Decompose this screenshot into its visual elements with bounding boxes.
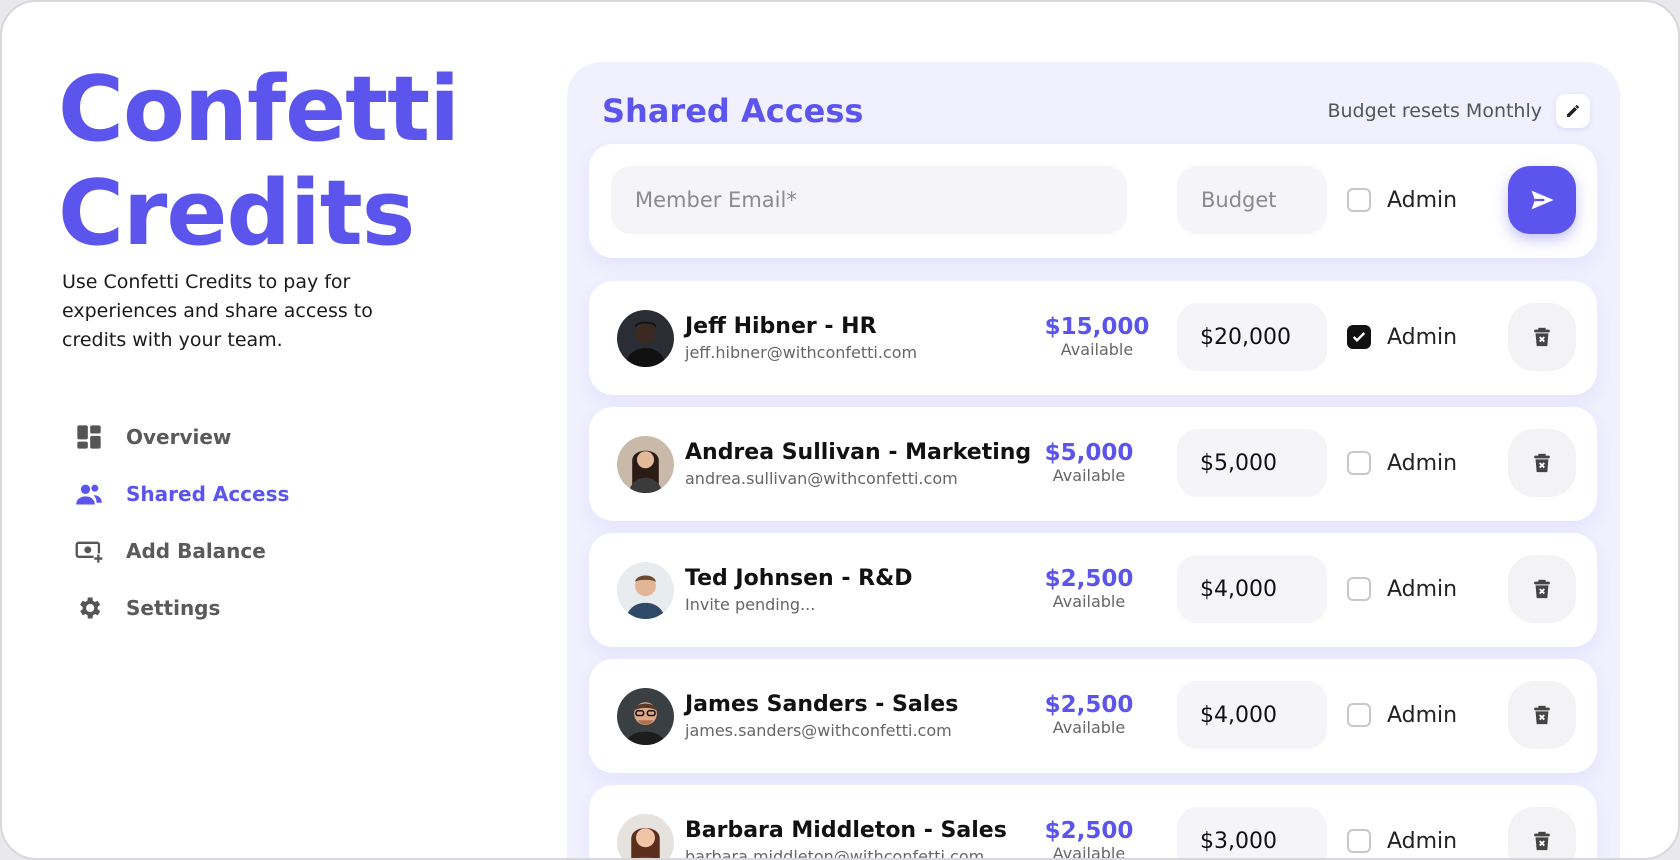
checkmark-icon	[1352, 332, 1366, 342]
add-member-card: Member Email* Budget Admin	[589, 144, 1597, 258]
available-label: Available	[1052, 718, 1126, 737]
users-icon	[74, 479, 104, 509]
member-row: Ted Johnsen - R&D Invite pending... $2,5…	[589, 533, 1597, 647]
delete-member-button[interactable]	[1508, 807, 1576, 858]
available-amount: $2,500	[1044, 692, 1134, 718]
member-email-input[interactable]: Member Email*	[611, 166, 1127, 234]
member-row: James Sanders - Sales james.sanders@with…	[589, 659, 1597, 773]
member-status: Invite pending...	[685, 595, 816, 614]
trash-icon	[1534, 327, 1550, 347]
trash-icon	[1534, 831, 1550, 851]
trash-icon	[1534, 579, 1550, 599]
admin-toggle[interactable]: Admin	[1347, 303, 1457, 371]
member-budget-input[interactable]: $4,000	[1177, 681, 1327, 749]
available-balance: $2,500 Available	[1029, 818, 1149, 860]
available-balance: $2,500 Available	[1029, 692, 1149, 738]
sidebar-item-label: Overview	[126, 424, 232, 449]
delete-member-button[interactable]	[1508, 555, 1576, 623]
budget-reset: Budget resets Monthly	[1327, 94, 1590, 128]
member-name: Jeff Hibner - HR	[685, 314, 877, 339]
edit-budget-reset-button[interactable]	[1556, 94, 1590, 128]
intro-text: Use Confetti Credits to pay for experien…	[62, 271, 373, 351]
sidebar-item-label: Settings	[126, 595, 221, 620]
available-amount: $2,500	[1044, 818, 1134, 844]
member-row: Jeff Hibner - HR jeff.hibner@withconfett…	[589, 281, 1597, 395]
admin-toggle[interactable]: Admin	[1347, 429, 1457, 497]
available-amount: $5,000	[1044, 440, 1134, 466]
admin-toggle[interactable]: Admin	[1347, 166, 1457, 234]
gear-icon	[74, 593, 104, 623]
delete-member-button[interactable]	[1508, 429, 1576, 497]
add-money-icon	[74, 536, 104, 566]
brand-line-2: Credits	[58, 161, 415, 266]
member-row: Barbara Middleton - Sales barbara.middle…	[589, 785, 1597, 860]
available-label: Available	[1052, 466, 1126, 485]
dashboard-icon	[74, 422, 104, 452]
member-name: Andrea Sullivan - Marketing	[685, 440, 1032, 465]
admin-toggle[interactable]: Admin	[1347, 555, 1457, 623]
trash-icon	[1534, 705, 1550, 725]
send-invite-button[interactable]	[1508, 166, 1576, 234]
sidebar-item-settings[interactable]: Settings	[74, 579, 289, 636]
sidebar-item-label: Add Balance	[126, 538, 266, 563]
sidebar-nav: Overview Shared Access Add Balance Setti…	[74, 408, 289, 636]
admin-checkbox[interactable]	[1347, 188, 1371, 212]
member-row: Andrea Sullivan - Marketing andrea.sulli…	[589, 407, 1597, 521]
admin-toggle[interactable]: Admin	[1347, 807, 1458, 858]
pencil-icon	[1567, 105, 1579, 117]
available-amount: $15,000	[1044, 314, 1150, 340]
delete-member-button[interactable]	[1508, 303, 1576, 371]
available-amount: $2,500	[1044, 566, 1134, 592]
member-email: jeff.hibner@withconfetti.com	[685, 343, 918, 362]
member-email: barbara.middleton@withconfetti.com	[685, 847, 985, 860]
avatar	[617, 562, 674, 619]
admin-checkbox[interactable]	[1347, 577, 1371, 601]
avatar	[617, 436, 674, 493]
member-email: andrea.sullivan@withconfetti.com	[685, 469, 958, 488]
sidebar-item-label: Shared Access	[126, 481, 290, 506]
trash-icon	[1534, 453, 1550, 473]
member-budget-input[interactable]: $5,000	[1177, 429, 1327, 497]
member-name: James Sanders - Sales	[685, 692, 959, 717]
send-icon	[1531, 190, 1554, 210]
sidebar-item-shared-access[interactable]: Shared Access	[74, 465, 289, 522]
member-budget-input[interactable]: $3,000	[1177, 807, 1327, 858]
avatar	[617, 688, 674, 745]
avatar	[617, 310, 674, 367]
member-email: james.sanders@withconfetti.com	[685, 721, 952, 740]
member-name: Ted Johnsen - R&D	[685, 566, 913, 591]
admin-checkbox[interactable]	[1347, 325, 1371, 349]
member-budget-input[interactable]: $20,000	[1177, 303, 1327, 371]
brand-logo: Confetti Credits	[58, 58, 498, 266]
available-balance: $5,000 Available	[1029, 440, 1149, 486]
shared-access-panel: Shared Access Budget resets Monthly Memb…	[567, 62, 1620, 860]
admin-label: Admin	[1387, 576, 1458, 602]
delete-member-button[interactable]	[1508, 681, 1576, 749]
member-budget-input[interactable]: $4,000	[1177, 555, 1327, 623]
available-label: Available	[1052, 592, 1126, 611]
admin-label: Admin	[1387, 702, 1458, 728]
available-balance: $15,000 Available	[1037, 314, 1157, 360]
sidebar-item-overview[interactable]: Overview	[74, 408, 289, 465]
admin-checkbox[interactable]	[1347, 829, 1371, 853]
admin-label: Admin	[1387, 187, 1458, 213]
sidebar-item-add-balance[interactable]: Add Balance	[74, 522, 289, 579]
admin-label: Admin	[1387, 828, 1458, 854]
available-balance: $2,500 Available	[1029, 566, 1149, 612]
member-name: Barbara Middleton - Sales	[685, 818, 1007, 843]
admin-checkbox[interactable]	[1347, 451, 1371, 475]
avatar	[617, 814, 674, 858]
admin-label: Admin	[1387, 450, 1458, 476]
panel-title: Shared Access	[602, 92, 864, 130]
admin-checkbox[interactable]	[1347, 703, 1371, 727]
budget-reset-label: Budget resets Monthly	[1327, 100, 1542, 122]
app-window: Confetti Credits Use Confetti Credits to…	[0, 0, 1680, 860]
admin-label: Admin	[1387, 324, 1458, 350]
budget-input[interactable]: Budget	[1177, 166, 1327, 234]
admin-toggle[interactable]: Admin	[1347, 681, 1457, 749]
available-label: Available	[1052, 844, 1126, 860]
available-label: Available	[1060, 340, 1134, 359]
brand-line-1: Confetti	[58, 57, 460, 162]
